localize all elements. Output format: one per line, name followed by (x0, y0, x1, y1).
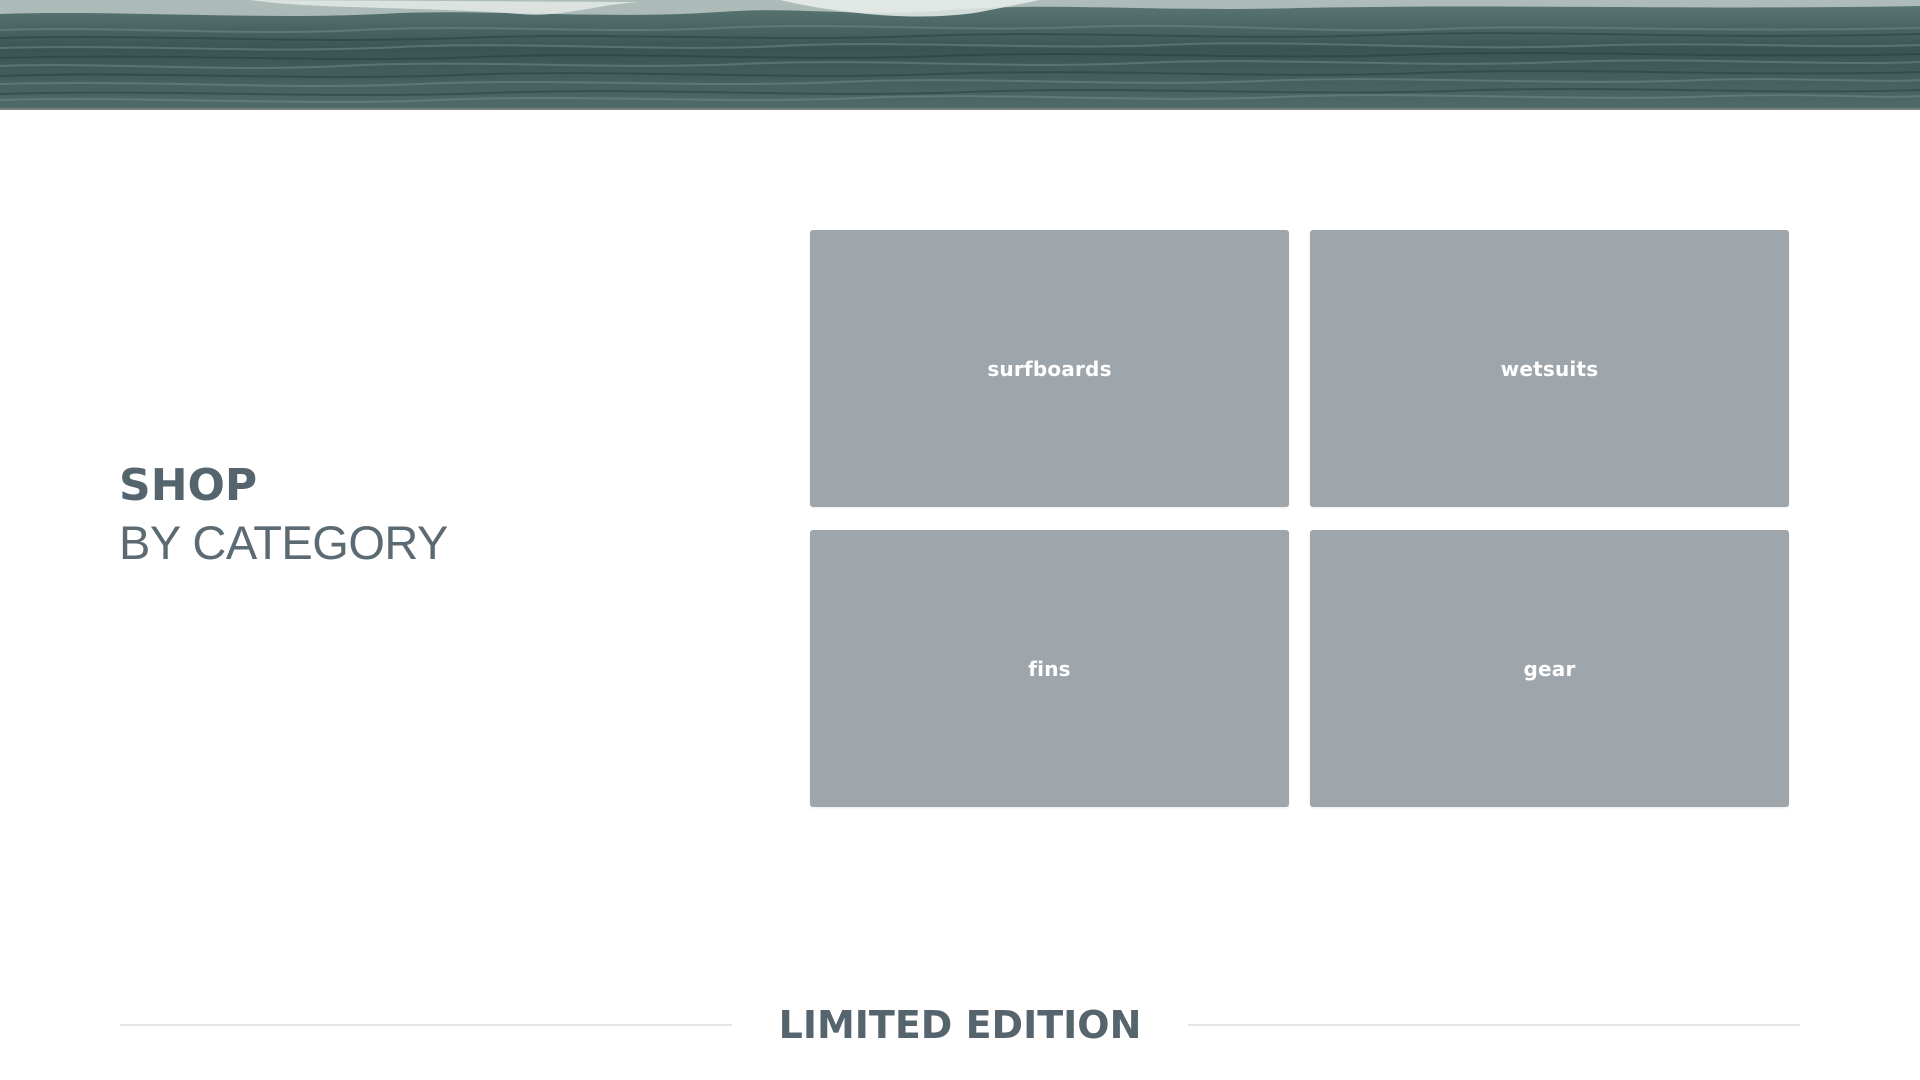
ocean-waves-image (0, 0, 1920, 110)
limited-edition-header: LIMITED EDITION (120, 1000, 1800, 1050)
category-label: wetsuits (1500, 356, 1599, 381)
category-grid: surfboards wetsuits fins gear (810, 230, 1789, 807)
hero-ocean-image (0, 0, 1920, 110)
category-label: fins (1028, 656, 1071, 681)
heading-shop: SHOP (119, 460, 258, 511)
category-tile-gear[interactable]: gear (1310, 530, 1789, 807)
heading-by-category: BY CATEGORY (119, 516, 448, 569)
category-label: gear (1523, 656, 1576, 681)
category-tile-surfboards[interactable]: surfboards (810, 230, 1289, 507)
category-tile-fins[interactable]: fins (810, 530, 1289, 807)
section-heading: SHOP BY CATEGORY (119, 458, 448, 572)
category-tile-wetsuits[interactable]: wetsuits (1310, 230, 1789, 507)
divider-right (1188, 1024, 1800, 1026)
category-label: surfboards (987, 356, 1112, 381)
